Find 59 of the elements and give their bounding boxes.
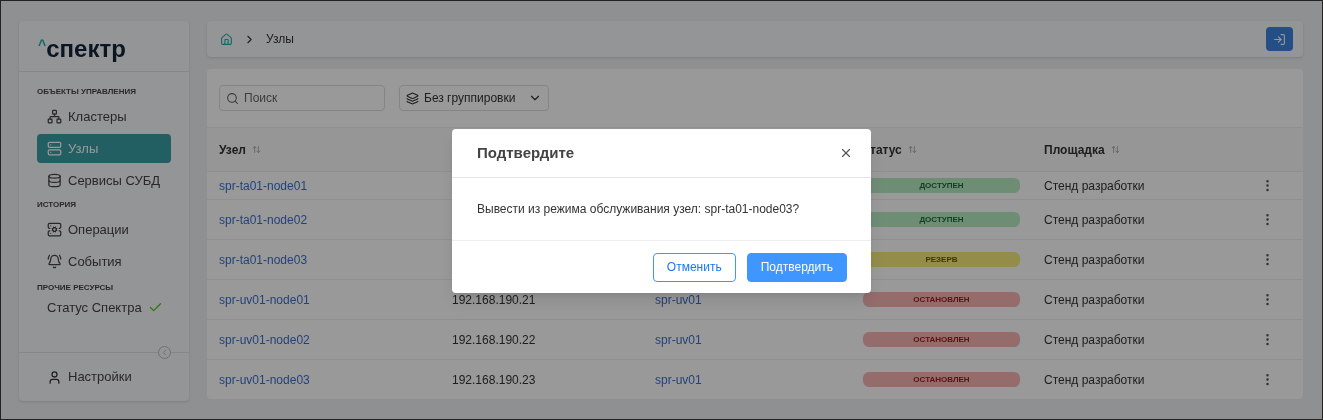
ip-cell: 192.168.190.23: [452, 372, 536, 387]
section-title: ИСТОРИЯ: [37, 199, 78, 211]
cluster-link[interactable]: spr-uv01: [655, 372, 702, 387]
chevron-left-icon: [160, 348, 169, 357]
site-cell: Стенд разработки: [1044, 252, 1145, 267]
site-cell: Стенд разработки: [1044, 332, 1145, 347]
status-badge: ОСТАНОВЛЕН: [863, 292, 1020, 307]
ip-cell: 192.168.190.21: [452, 292, 536, 307]
ip-cell: 192.168.190.22: [452, 332, 536, 347]
cancel-button[interactable]: Отменить: [652, 252, 736, 282]
site-cell: Стенд разработки: [1044, 372, 1145, 387]
column-header[interactable]: татус: [870, 140, 917, 159]
bell-icon: [47, 254, 62, 269]
dialog-message: Вывести из режима обслуживания узел: spr-ta01-node03?: [477, 201, 800, 218]
status-badge: ОСТАНОВЛЕН: [863, 332, 1020, 347]
sort-icon: [907, 145, 917, 154]
database-icon: [47, 173, 62, 188]
nav-item[interactable]: Сервисы СУБД: [37, 166, 171, 195]
logo: спектр: [46, 37, 126, 61]
network-icon: [47, 109, 62, 124]
nav-item[interactable]: Статус Спектра: [37, 293, 171, 319]
confirm-button[interactable]: Подтвердить: [746, 252, 847, 282]
logo-mark: ^: [38, 36, 47, 53]
cluster-link[interactable]: spr-uv01: [655, 332, 702, 347]
layers-icon: [406, 91, 419, 105]
column-header[interactable]: Узел: [219, 140, 261, 159]
nav-item[interactable]: Кластеры: [37, 102, 171, 131]
node-link[interactable]: spr-uv01-node03: [219, 372, 310, 387]
section-title: ОБЪЕКТЫ УПРАВЛЕНИЯ: [37, 86, 137, 98]
logout-button[interactable]: [1266, 27, 1293, 51]
search-icon: [226, 92, 239, 105]
site-cell: Стенд разработки: [1044, 212, 1145, 227]
dialog-title: Подтвердите: [477, 142, 575, 163]
home-icon[interactable]: [220, 32, 233, 46]
grouping-dropdown[interactable]: Без группировки: [399, 85, 550, 111]
nav-item[interactable]: Операции: [37, 215, 171, 244]
column-header[interactable]: Площадка: [1044, 140, 1120, 159]
search-field[interactable]: Поиск: [219, 85, 385, 111]
nav-item[interactable]: События: [37, 247, 171, 276]
settings-link[interactable]: Настройки: [68, 367, 132, 387]
cluster-link[interactable]: spr-uv01: [655, 292, 702, 307]
login-icon: [1273, 32, 1286, 46]
sort-icon: [1110, 145, 1120, 154]
node-link[interactable]: spr-ta01-node02: [219, 212, 308, 227]
server-icon: [47, 141, 62, 156]
section-title: ПРОЧИЕ РЕСУРСЫ: [37, 282, 115, 294]
sort-icon: [252, 145, 261, 154]
nav-item[interactable]: Узлы: [37, 134, 171, 163]
node-link[interactable]: spr-uv01-node01: [219, 292, 310, 307]
node-link[interactable]: spr-ta01-node01: [219, 178, 308, 193]
site-cell: Стенд разработки: [1044, 178, 1145, 193]
server-gear-icon: [47, 222, 62, 237]
status-badge: ОСТАНОВЛЕН: [863, 372, 1020, 387]
breadcrumb-current: Узлы: [266, 31, 294, 48]
user-icon: [47, 369, 62, 385]
close-icon[interactable]: [839, 146, 853, 160]
node-link[interactable]: spr-uv01-node02: [219, 332, 310, 347]
node-link[interactable]: spr-ta01-node03: [219, 252, 308, 267]
site-cell: Стенд разработки: [1044, 292, 1145, 307]
